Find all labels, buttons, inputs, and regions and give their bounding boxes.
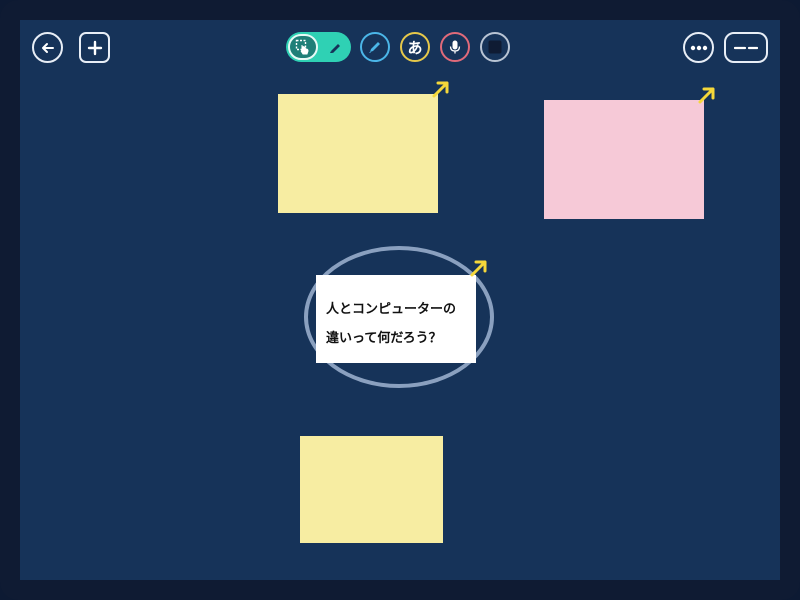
zoom-button[interactable] xyxy=(724,32,768,63)
back-button[interactable] xyxy=(32,32,63,63)
zoom-out-dashes-icon xyxy=(734,46,758,49)
arrow-left-icon xyxy=(41,42,54,53)
expand-arrow-icon[interactable] xyxy=(468,257,490,279)
sticky-note-yellow-top[interactable] xyxy=(278,94,438,213)
voice-tool-button[interactable] xyxy=(440,32,470,62)
more-dots-icon xyxy=(690,45,707,50)
question-card[interactable]: 人とコンピューターの 違いって何だろう？ xyxy=(316,275,476,363)
sticky-note-pink[interactable] xyxy=(544,100,704,219)
pen-icon xyxy=(330,44,340,53)
pencil-icon xyxy=(369,42,380,53)
question-line-1: 人とコンピューターの xyxy=(326,302,457,317)
mode-toggle[interactable] xyxy=(286,32,351,62)
pen-mode-button[interactable] xyxy=(322,35,348,59)
plus-icon xyxy=(87,40,102,55)
expand-arrow-icon[interactable] xyxy=(430,78,452,100)
hiragana-a-icon: あ xyxy=(407,38,423,57)
hand-select-mode-button[interactable] xyxy=(288,34,318,60)
shape-tool-button[interactable] xyxy=(480,32,510,62)
hand-select-icon xyxy=(295,39,309,55)
text-tool-button[interactable]: あ xyxy=(400,32,430,62)
square-icon xyxy=(488,40,502,54)
microphone-icon xyxy=(449,40,461,54)
expand-arrow-icon[interactable] xyxy=(696,84,718,106)
sticky-note-yellow-bottom[interactable] xyxy=(300,436,443,543)
add-button[interactable] xyxy=(79,32,110,63)
question-line-2: 違いって何だろう？ xyxy=(326,331,442,346)
more-button[interactable] xyxy=(683,32,714,63)
pen-tool-button[interactable] xyxy=(360,32,390,62)
